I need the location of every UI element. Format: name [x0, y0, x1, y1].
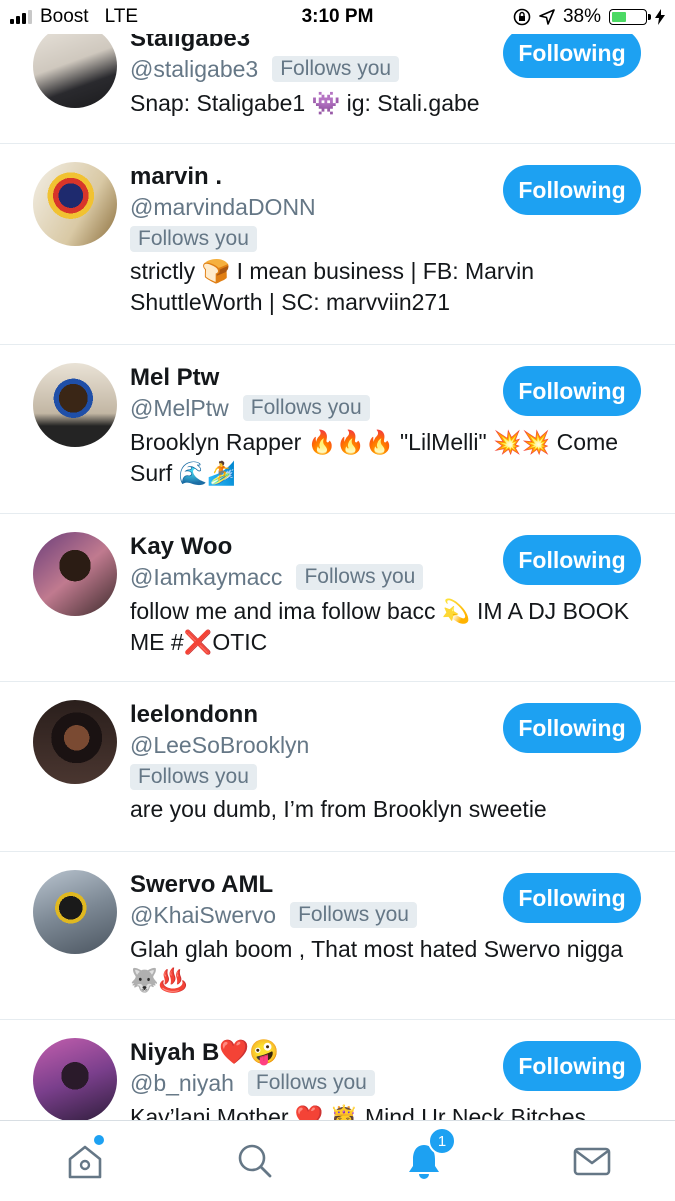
user-bio: Brooklyn Rapper 🔥🔥🔥 "LilMelli" 💥💥 Come S… [130, 429, 619, 486]
avatar[interactable] [33, 532, 117, 616]
avatar[interactable] [33, 1038, 117, 1122]
bottom-navigation: 1 [0, 1120, 675, 1201]
nav-search[interactable] [235, 1141, 275, 1181]
user-handle[interactable]: @MelPtw [130, 393, 229, 423]
charging-bolt-icon [655, 9, 665, 25]
following-button[interactable]: Following [503, 535, 641, 585]
user-bio: Snap: Staligabe1 👾 ig: Stali.gabe [130, 90, 480, 116]
nav-messages[interactable] [572, 1141, 612, 1181]
following-button[interactable]: Following [503, 28, 641, 78]
follows-you-badge: Follows you [296, 564, 424, 590]
following-button[interactable]: Following [503, 873, 641, 923]
list-item[interactable]: marvin . @marvindaDONN Follows you stric… [0, 144, 675, 345]
following-button[interactable]: Following [503, 703, 641, 753]
home-unread-dot [94, 1135, 104, 1145]
status-bar: Boost LTE 3:10 PM 38% [0, 0, 675, 34]
list-item[interactable]: Swervo AML @KhaiSwervo Follows you Glah … [0, 852, 675, 1020]
avatar[interactable] [33, 24, 117, 108]
follows-you-badge: Follows you [272, 56, 400, 82]
notifications-count-badge: 1 [428, 1127, 456, 1155]
list-item[interactable]: leelondonn @LeeSoBrooklyn Follows you ar… [0, 682, 675, 852]
user-handle[interactable]: @KhaiSwervo [130, 900, 276, 930]
messages-envelope-icon[interactable] [572, 1141, 612, 1181]
avatar[interactable] [33, 870, 117, 954]
list-item[interactable]: Kay Woo @Iamkaymacc Follows you follow m… [0, 514, 675, 682]
user-handle[interactable]: @Iamkaymacc [130, 562, 282, 592]
user-handle[interactable]: @staligabe3 [130, 54, 258, 84]
battery-percent: 38% [562, 6, 601, 27]
follows-you-badge: Follows you [247, 1070, 375, 1096]
status-right: 38% [513, 6, 665, 28]
follows-you-badge: Follows you [290, 902, 417, 928]
nav-notifications[interactable]: 1 [404, 1127, 456, 1181]
battery-level-fill [612, 12, 626, 22]
following-button[interactable]: Following [503, 165, 641, 215]
following-button[interactable]: Following [503, 366, 641, 416]
location-arrow-icon [539, 9, 555, 25]
avatar[interactable] [33, 363, 117, 447]
follows-you-badge: Follows you [242, 395, 370, 421]
orientation-lock-icon [513, 8, 531, 26]
user-handle[interactable]: @LeeSoBrooklyn [130, 730, 309, 760]
battery-icon [609, 9, 651, 25]
user-handle[interactable]: @marvindaDONN [130, 192, 316, 222]
user-handle[interactable]: @b_niyah [130, 1068, 234, 1098]
list-item[interactable]: Mel Ptw @MelPtw Follows you Brooklyn Rap… [0, 345, 675, 514]
user-bio: are you dumb, I’m from Brooklyn sweetie [130, 796, 547, 822]
user-bio: strictly 🍞 I mean business | FB: Marvin … [130, 258, 534, 315]
home-icon[interactable] [65, 1141, 105, 1181]
follows-you-badge: Follows you [130, 764, 257, 790]
user-bio: Glah glah boom , That most hated Swervo … [130, 936, 624, 993]
following-button[interactable]: Following [503, 1041, 641, 1091]
avatar[interactable] [33, 700, 117, 784]
nav-home[interactable] [65, 1135, 105, 1181]
user-bio: follow me and ima follow bacc 💫 IM A DJ … [130, 598, 630, 655]
search-icon[interactable] [235, 1141, 275, 1181]
avatar[interactable] [33, 162, 117, 246]
follows-you-badge: Follows you [130, 226, 257, 252]
